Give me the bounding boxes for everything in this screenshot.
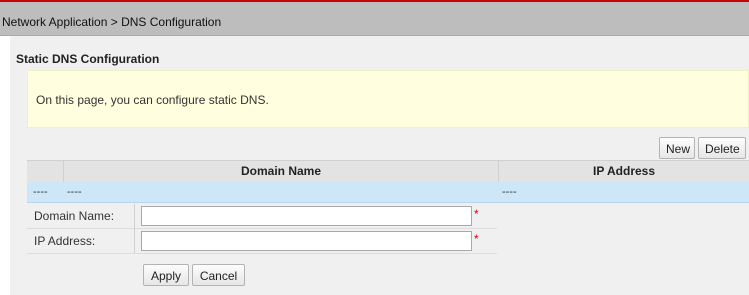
ip-address-label: IP Address: — [34, 234, 96, 248]
domain-name-row: Domain Name: * — [27, 204, 749, 228]
section-title: Static DNS Configuration — [16, 52, 160, 66]
column-header-domain-name[interactable]: Domain Name — [64, 161, 498, 182]
required-marker: * — [474, 232, 479, 246]
domain-name-input[interactable] — [141, 206, 472, 226]
info-text: On this page, you can configure static D… — [36, 93, 269, 107]
apply-button[interactable]: Apply — [143, 264, 189, 286]
row-select-cell[interactable]: ---- — [33, 186, 48, 198]
row-ip-cell: ---- — [502, 186, 517, 198]
breadcrumb: Network Application > DNS Configuration — [0, 2, 749, 36]
column-header-ip-address[interactable]: IP Address — [499, 161, 749, 182]
divider — [27, 253, 497, 254]
table-header: Domain Name IP Address — [27, 160, 749, 182]
cancel-button[interactable]: Cancel — [192, 264, 245, 286]
ip-address-row: IP Address: * — [27, 229, 749, 253]
delete-button[interactable]: Delete — [698, 137, 746, 159]
new-button[interactable]: New — [659, 137, 695, 159]
required-marker: * — [474, 207, 479, 221]
row-domain-cell: ---- — [67, 186, 82, 198]
ip-address-input[interactable] — [141, 231, 472, 251]
domain-name-label: Domain Name: — [34, 209, 115, 223]
table-row[interactable]: ---- ---- ---- — [27, 182, 749, 203]
info-box: On this page, you can configure static D… — [27, 70, 749, 128]
form-column-divider — [134, 204, 135, 253]
